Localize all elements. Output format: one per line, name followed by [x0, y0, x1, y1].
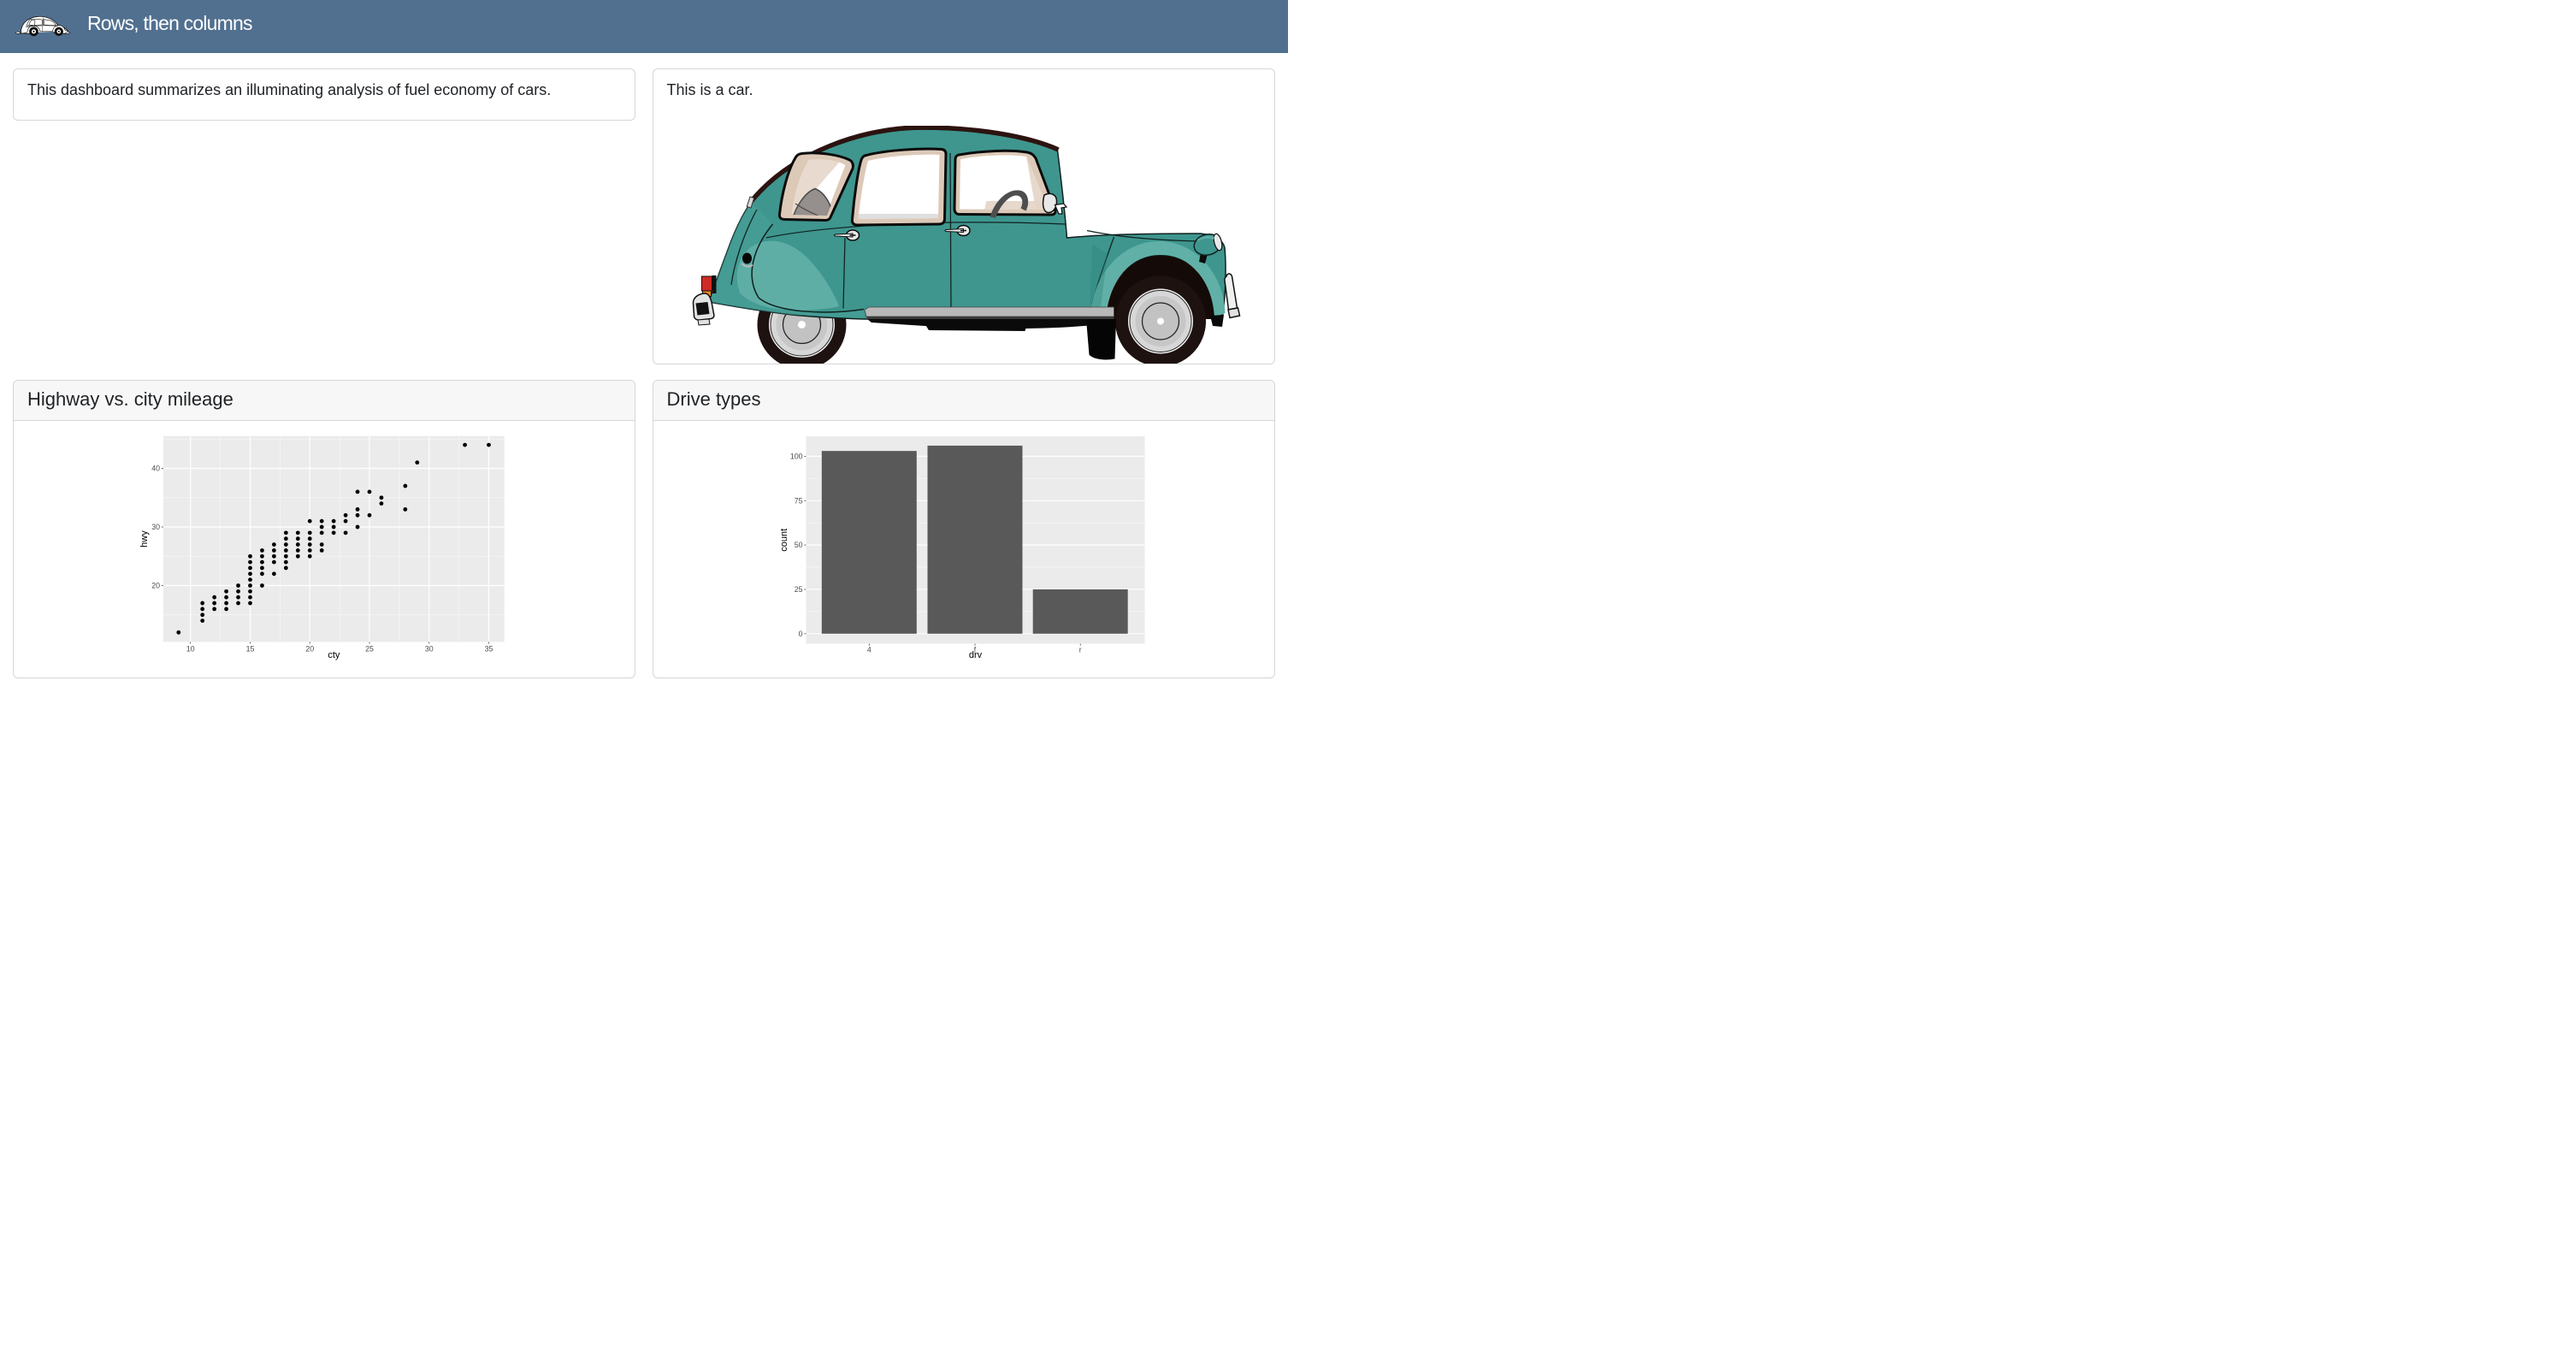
- svg-text:0: 0: [798, 630, 802, 638]
- svg-text:count: count: [779, 529, 789, 552]
- svg-text:30: 30: [151, 523, 160, 531]
- svg-text:15: 15: [246, 644, 255, 653]
- svg-text:4: 4: [866, 645, 871, 654]
- svg-text:50: 50: [794, 541, 802, 549]
- svg-text:35: 35: [485, 644, 493, 653]
- svg-text:cty: cty: [328, 650, 340, 660]
- svg-text:r: r: [1078, 645, 1081, 654]
- svg-text:75: 75: [794, 496, 802, 505]
- svg-text:30: 30: [425, 644, 434, 653]
- svg-text:drv: drv: [968, 650, 982, 660]
- svg-text:100: 100: [789, 452, 802, 460]
- svg-text:20: 20: [151, 582, 160, 590]
- svg-text:hwy: hwy: [139, 530, 150, 547]
- svg-text:40: 40: [151, 465, 160, 473]
- svg-text:10: 10: [186, 644, 195, 653]
- svg-text:25: 25: [365, 644, 374, 653]
- svg-text:25: 25: [794, 585, 802, 594]
- svg-text:20: 20: [305, 644, 314, 653]
